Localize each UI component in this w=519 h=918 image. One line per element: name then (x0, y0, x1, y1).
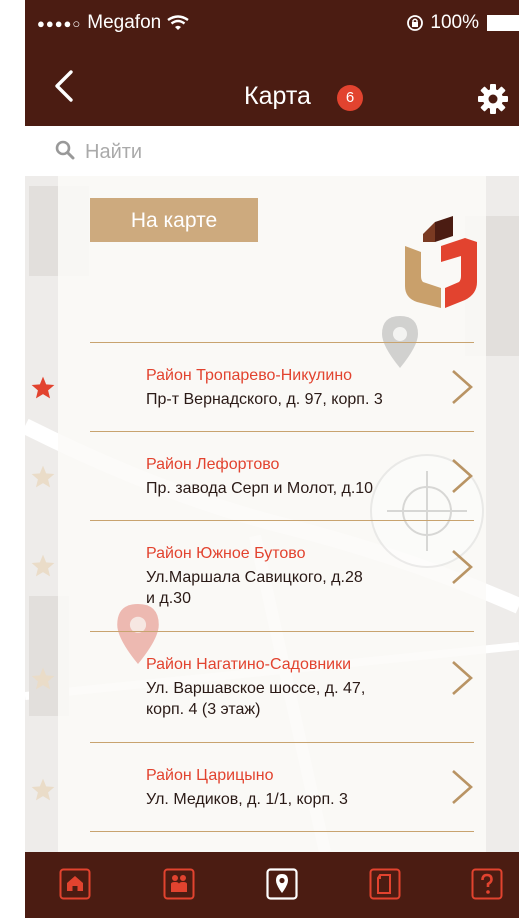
chevron-right-icon (452, 370, 473, 404)
page-title: Карта (244, 82, 311, 110)
address-text: Ул. Варшавское шоссе, д. 47, корп. 4 (3 … (146, 680, 366, 718)
people-icon[interactable] (163, 868, 195, 900)
star-icon[interactable] (30, 777, 56, 803)
battery-percent: 100% (430, 12, 479, 33)
tab-bar (25, 852, 519, 918)
star-icon[interactable] (30, 464, 56, 490)
list-item[interactable]: Район Лефортово Пр. завода Серп и Молот,… (31, 431, 474, 520)
search-input[interactable] (83, 136, 487, 168)
on-map-button[interactable]: На карте (90, 198, 258, 242)
rotation-lock-icon (407, 15, 424, 31)
district-name: Район Южное Бутово (146, 545, 306, 562)
list-item[interactable]: Район Южное Бутово Ул.Маршала Савицкого,… (31, 520, 474, 631)
home-icon[interactable] (59, 868, 91, 900)
notification-badge: 6 (337, 85, 363, 111)
carrier-group: ●●●●○ Megafon (37, 12, 189, 34)
district-name: Район Тропарево-Никулино (146, 367, 353, 384)
list-item[interactable]: Район Царицыно Ул. Медиков, д. 1/1, корп… (31, 742, 474, 832)
office-list: Район Тропарево-Никулино Пр-т Вернадског… (31, 342, 474, 832)
address-text: Ул. Медиков, д. 1/1, корп. 3 (146, 791, 348, 808)
phone-screen: ●●●●○ Megafon 100% Карта 6 Найти На карт… (25, 0, 519, 918)
star-icon[interactable] (30, 666, 56, 692)
district-name: Район Нагатино-Садовники (146, 656, 352, 673)
status-right: 100% (406, 12, 519, 34)
logo (405, 216, 477, 308)
search-icon (55, 140, 75, 160)
document-icon[interactable] (369, 868, 401, 900)
carrier-name: Megafon (87, 12, 162, 33)
district-name: Район Лефортово (146, 456, 280, 473)
chevron-right-icon (452, 550, 473, 584)
gear-icon[interactable] (477, 83, 509, 115)
wifi-icon (167, 15, 189, 30)
address-text: Пр. завода Серп и Молот, д.10 (146, 480, 374, 497)
help-icon[interactable] (471, 868, 503, 900)
map-pin-icon[interactable] (266, 868, 298, 900)
chevron-right-icon (452, 459, 473, 493)
nav-bar: Карта 6 (25, 48, 519, 126)
district-name: Район Царицыно (146, 767, 274, 784)
chevron-right-icon (452, 770, 473, 804)
chevron-right-icon (452, 661, 473, 695)
star-icon[interactable] (30, 375, 56, 401)
signal-dots: ●●●●○ (37, 15, 82, 31)
list-item[interactable]: Район Тропарево-Никулино Пр-т Вернадског… (31, 342, 474, 431)
back-chevron-icon[interactable] (47, 68, 83, 104)
address-text: Пр-т Вернадского, д. 97, корп. 3 (146, 391, 383, 408)
list-item[interactable]: Район Нагатино-Садовники Ул. Варшавское … (31, 631, 474, 742)
star-icon[interactable] (30, 553, 56, 579)
status-bar: ●●●●○ Megafon 100% (25, 0, 519, 48)
search-bar (25, 126, 519, 177)
battery-icon (487, 15, 519, 31)
address-text: Ул.Маршала Савицкого, д.28 и д.30 (146, 569, 363, 607)
